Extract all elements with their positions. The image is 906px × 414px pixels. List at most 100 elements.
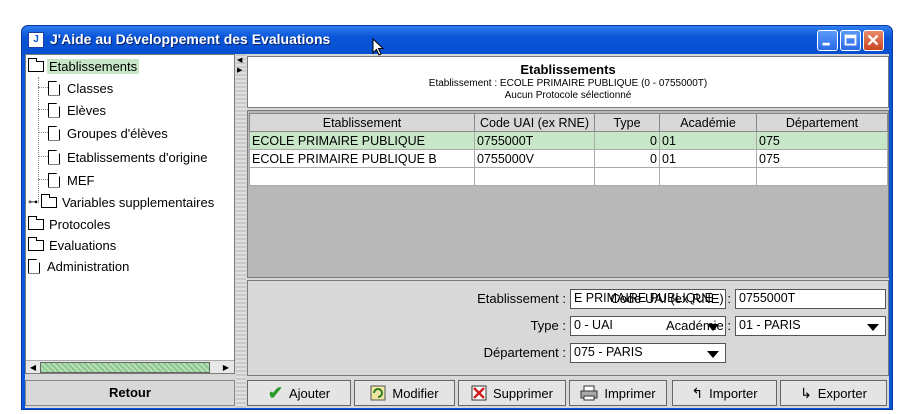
tree-item-label: Etablissements d'origine [67,149,208,165]
navigation-tree: Etablissements Classes Elèves Groupes d'… [25,54,235,374]
tree-item-variables-supplementaires[interactable]: ⊶ Variables supplementaires [28,192,216,212]
importer-label: Importer [709,385,758,401]
ajouter-label: Ajouter [288,385,331,401]
cell-code-uai: 0755000V [474,149,595,168]
scrollbar-thumb[interactable] [40,362,210,373]
chevron-down-icon [867,324,879,331]
table-row-empty[interactable] [249,167,888,186]
document-icon [28,258,40,274]
tree-item-label: Etablissements [47,58,140,74]
document-icon [48,102,60,118]
tree-item-etablissements[interactable]: Etablissements [28,56,140,76]
maximize-button[interactable] [840,30,861,51]
modifier-button[interactable]: Modifier [354,380,455,406]
column-header-etablissement[interactable]: Etablissement [249,113,475,132]
cell-empty [249,167,475,186]
tree-item-administration[interactable]: Administration [28,256,131,276]
departement-select[interactable]: 075 - PARIS [570,343,726,363]
retour-button[interactable]: Retour [25,380,235,406]
table-header-row: Etablissement Code UAI (ex RNE) Type Aca… [249,113,888,132]
tree-item-classes[interactable]: Classes [48,78,115,98]
printer-icon [580,385,598,401]
tree-item-mef[interactable]: MEF [48,170,96,190]
tree-item-protocoles[interactable]: Protocoles [28,214,112,234]
tree-item-label: Variables supplementaires [62,194,215,210]
folder-icon [28,236,44,251]
collapse-left-icon[interactable]: ◀ [237,56,243,64]
exporter-button[interactable]: ↳ Exporter [780,380,887,406]
document-icon [48,172,60,188]
delete-icon [471,385,487,401]
export-icon: ↳ [800,385,812,401]
departement-label: Département : [483,345,566,360]
tree-item-eleves[interactable]: Elèves [48,100,108,120]
document-icon [48,149,60,165]
document-icon [48,80,60,96]
collapse-right-icon[interactable]: ▶ [237,66,243,74]
modifier-label: Modifier [392,385,439,401]
folder-icon [28,57,44,72]
maximize-icon [844,34,857,46]
app-icon: J [28,32,44,48]
etablissement-form: Etablissement : E PRIMAIRE PUBLIQUE Code… [247,280,889,376]
code-uai-input[interactable]: 0755000T [735,289,886,309]
scroll-right-icon[interactable]: ▶ [220,362,232,373]
title-bar[interactable]: J J'Aide au Développement des Evaluation… [22,26,892,54]
supprimer-label: Supprimer [493,385,553,401]
supprimer-button[interactable]: Supprimer [458,380,566,406]
cell-code-uai: 0755000T [474,131,595,150]
minimize-icon [822,42,830,46]
tree-item-label: MEF [67,172,95,188]
document-icon [48,125,60,141]
selected-etablissement-info: Etablissement : ECOLE PRIMAIRE PUBLIQUE … [428,78,708,89]
cell-type: 0 [594,131,660,150]
academie-select-value: 01 - PARIS [739,318,801,332]
chevron-down-icon [707,351,719,358]
importer-button[interactable]: ↰ Importer [672,380,777,406]
tree-horizontal-scrollbar[interactable]: ◀ ▶ [26,360,234,373]
tree-item-label: Classes [67,80,114,96]
scroll-left-icon[interactable]: ◀ [27,362,39,373]
cell-empty [756,167,888,186]
column-header-code-uai[interactable]: Code UAI (ex RNE) [474,113,595,132]
mouse-cursor-icon [372,38,385,56]
close-button[interactable] [863,30,884,51]
cell-empty [594,167,660,186]
close-icon [867,34,879,46]
import-icon: ↰ [691,385,704,401]
tree-item-label: Elèves [67,102,107,118]
academie-label: Académie : [665,318,731,333]
folder-icon [41,193,57,208]
etablissements-table: Etablissement Code UAI (ex RNE) Type Aca… [249,113,888,186]
cell-etablissement: ECOLE PRIMAIRE PUBLIQUE B [249,149,475,168]
cell-empty [474,167,595,186]
tree-item-groupes-eleves[interactable]: Groupes d'élèves [48,123,170,143]
tree-item-label: Administration [47,258,130,274]
tree-item-evaluations[interactable]: Evaluations [28,235,118,255]
cell-academie: 01 [659,131,757,150]
expand-key-icon[interactable]: ⊶ [28,197,38,208]
departement-select-value: 075 - PARIS [574,345,643,359]
column-header-departement[interactable]: Département [756,113,888,132]
imprimer-button[interactable]: Imprimer [569,380,667,406]
checkmark-icon: ✔ [267,383,283,403]
folder-icon [28,215,44,230]
tree-item-etablissements-origine[interactable]: Etablissements d'origine [48,147,210,167]
details-header: Etablissements Etablissement : ECOLE PRI… [247,56,889,108]
column-header-type[interactable]: Type [594,113,660,132]
app-window: J J'Aide au Développement des Evaluation… [21,25,893,410]
cell-etablissement: ECOLE PRIMAIRE PUBLIQUE [249,131,475,150]
tree-item-label: Protocoles [49,216,111,232]
minimize-button[interactable] [817,30,838,51]
cell-empty [659,167,757,186]
table-row[interactable]: ECOLE PRIMAIRE PUBLIQUE 0755000T 0 01 07… [249,131,888,150]
academie-select[interactable]: 01 - PARIS [735,316,886,336]
column-header-academie[interactable]: Académie [659,113,757,132]
window-title: J'Aide au Développement des Evaluations [50,31,331,47]
panel-splitter[interactable]: ◀ ▶ [236,54,246,408]
ajouter-button[interactable]: ✔ Ajouter [247,380,351,406]
window-client-area: Etablissements Classes Elèves Groupes d'… [25,54,889,408]
table-row[interactable]: ECOLE PRIMAIRE PUBLIQUE B 0755000V 0 01 … [249,149,888,168]
exporter-label: Exporter [817,385,867,401]
cell-type: 0 [594,149,660,168]
